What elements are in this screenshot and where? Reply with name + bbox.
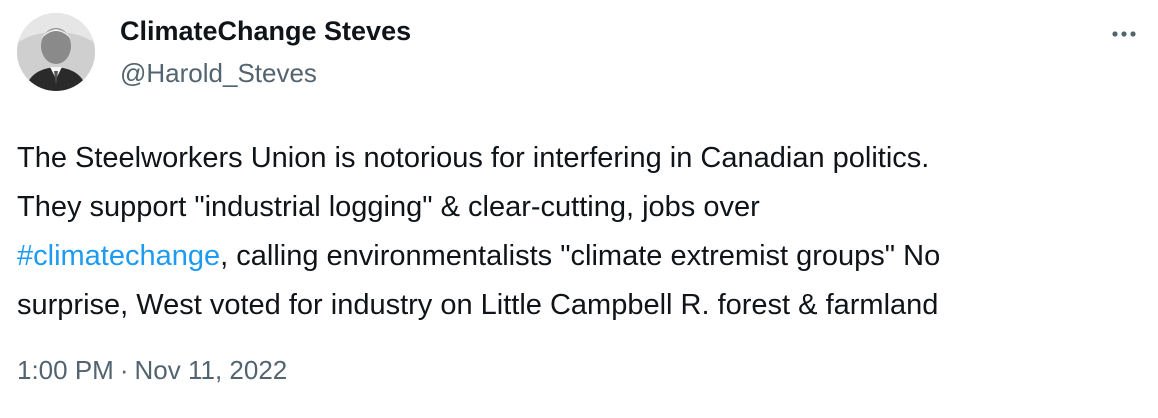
tweet-text-line: #climatechange, calling environmentalist… [17, 232, 1152, 281]
tweet-timestamp[interactable]: 1:00 PM · Nov 11, 2022 [17, 355, 287, 386]
tweet-text-segment: The Steelworkers Union is notorious for … [17, 142, 930, 174]
tweet-text-segment: They support "industrial logging" & clea… [17, 191, 760, 223]
hashtag-link[interactable]: #climatechange [17, 240, 220, 272]
author-display-name[interactable]: ClimateChange Steves [120, 16, 411, 47]
timestamp-time: 1:00 PM [17, 355, 114, 385]
author-avatar[interactable] [17, 13, 95, 91]
tweet-text-segment: , calling environmentalists "climate ext… [220, 240, 941, 272]
profile-photo-icon [17, 13, 95, 91]
timestamp-separator: · [119, 355, 129, 385]
more-options-button[interactable] [1106, 16, 1142, 52]
tweet-text-segment: surprise, West voted for industry on Lit… [17, 289, 939, 321]
author-handle[interactable]: @Harold_Steves [120, 58, 317, 89]
ellipsis-icon [1112, 31, 1136, 37]
tweet-text-line: They support "industrial logging" & clea… [17, 183, 1152, 232]
tweet-text-line: The Steelworkers Union is notorious for … [17, 134, 1152, 183]
tweet-text-line: surprise, West voted for industry on Lit… [17, 281, 1152, 330]
timestamp-date: Nov 11, 2022 [134, 355, 288, 385]
tweet-card: ClimateChange Steves @Harold_Steves The … [0, 0, 1158, 418]
tweet-text: The Steelworkers Union is notorious for … [17, 134, 1152, 330]
